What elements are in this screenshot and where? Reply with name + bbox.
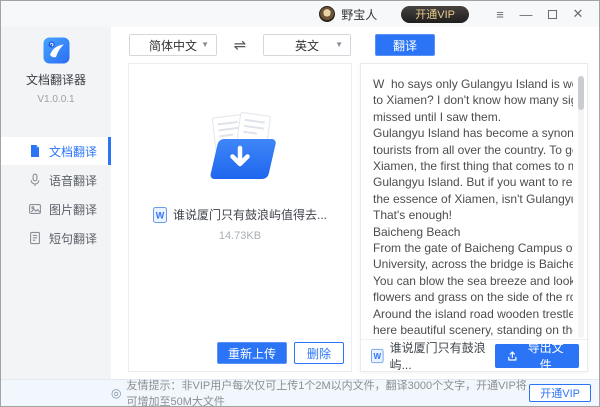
text-line: Gulangyu Island. But if you want to real… <box>373 174 573 190</box>
result-file-name: 谁说厦门只有鼓浪屿... <box>390 339 496 373</box>
sidebar-item-document-translate[interactable]: 文档翻译 <box>1 137 111 165</box>
app-window: 野宝人 开通VIP ≡ — ✕ 文档翻译器 V1.0.0.1 <box>0 0 600 407</box>
source-language-value: 简体中文 <box>149 37 197 54</box>
username: 野宝人 <box>341 6 377 23</box>
app-logo-icon <box>43 37 70 64</box>
swap-languages-icon[interactable]: ⇌ <box>217 36 263 54</box>
text-line: University, across the bridge is Baichen… <box>373 256 573 272</box>
uploaded-file-name: 谁说厦门只有鼓浪屿值得去... <box>173 206 327 223</box>
sidebar-item-label: 语音翻译 <box>49 172 97 189</box>
text-line: Gulangyu Island has become a synonym for <box>373 125 573 141</box>
text-line: Around the island road wooden trestle ro… <box>373 306 573 322</box>
text-line: That's enough! <box>373 207 573 223</box>
sidebar-item-label: 短句翻译 <box>49 230 97 247</box>
user-avatar[interactable] <box>319 6 335 22</box>
delete-button[interactable]: 删除 <box>294 342 344 364</box>
upload-folder-icon <box>192 112 288 184</box>
scrollbar-track[interactable] <box>578 76 584 338</box>
target-language-value: 英文 <box>295 37 319 54</box>
sidebar-item-label: 图片翻译 <box>49 201 97 218</box>
word-file-icon: W <box>371 348 384 364</box>
app-version: V1.0.0.1 <box>1 94 111 105</box>
text-line: flowers and grass on the side of the roa… <box>373 289 573 305</box>
upload-panel: W 谁说厦门只有鼓浪屿值得去... 14.73KB 重新上传 删除 <box>128 63 352 372</box>
phrase-icon <box>28 231 42 245</box>
main-area: 简体中文 ▼ ⇌ 英文 ▼ 翻译 <box>111 27 599 379</box>
uploaded-file-row: W 谁说厦门只有鼓浪屿值得去... <box>129 206 351 223</box>
chevron-down-icon: ▼ <box>335 40 343 49</box>
text-line: Baicheng Beach <box>373 224 573 240</box>
vip-upgrade-pill[interactable]: 开通VIP <box>401 6 469 23</box>
text-line: here beautiful scenery, standing on the … <box>373 322 573 338</box>
target-language-select[interactable]: 英文 ▼ <box>263 34 351 56</box>
result-panel: W ho says only Gulangyu Island is worth … <box>360 63 588 372</box>
export-icon <box>507 350 518 362</box>
close-icon[interactable]: ✕ <box>565 3 591 25</box>
sidebar-item-phrase-translate[interactable]: 短句翻译 <box>1 224 111 252</box>
footer-bar: ◎ 友情提示：非VIP用户每次仅可上传1个2M以内文件，翻译3000个文字，开通… <box>1 379 599 406</box>
info-icon: ◎ <box>111 386 121 400</box>
export-file-label: 导出文件 <box>524 339 567 373</box>
export-file-button[interactable]: 导出文件 <box>495 344 579 368</box>
word-file-icon: W <box>153 207 167 223</box>
text-line: to Xiamen? I don't know how many sights … <box>373 92 573 108</box>
minimize-icon[interactable]: — <box>513 3 539 25</box>
window-controls: ≡ — ✕ <box>487 3 591 25</box>
footer-vip-button[interactable]: 开通VIP <box>529 384 591 402</box>
svg-text:W: W <box>373 352 381 361</box>
result-file-row: W 谁说厦门只有鼓浪屿... <box>371 339 495 373</box>
app-name: 文档翻译器 <box>1 71 111 88</box>
text-line: You can blow the sea breeze and look at … <box>373 273 573 289</box>
uploaded-file-size: 14.73KB <box>129 230 351 242</box>
svg-text:W: W <box>156 210 165 220</box>
sidebar-nav: 文档翻译 语音翻译 图片翻译 <box>1 137 111 252</box>
chevron-down-icon: ▼ <box>201 40 209 49</box>
menu-icon[interactable]: ≡ <box>487 3 513 25</box>
upload-actions: 重新上传 删除 <box>217 342 344 364</box>
scrollbar-thumb[interactable] <box>578 76 584 110</box>
text-line: From the gate of Baicheng Campus of Xiam… <box>373 240 573 256</box>
sidebar-item-label: 文档翻译 <box>49 143 97 160</box>
sidebar-item-voice-translate[interactable]: 语音翻译 <box>1 166 111 194</box>
sidebar: 文档翻译器 V1.0.0.1 文档翻译 语音翻译 <box>1 27 111 379</box>
text-line: tourists from all over the country. To g… <box>373 142 573 158</box>
text-line: the essence of Xiamen, isn't Gulangyu <box>373 191 573 207</box>
source-language-select[interactable]: 简体中文 ▼ <box>129 34 217 56</box>
maximize-icon[interactable] <box>539 3 565 25</box>
document-icon <box>28 144 42 158</box>
text-line: missed until I saw them. <box>373 109 573 125</box>
result-footer: W 谁说厦门只有鼓浪屿... 导出文件 <box>361 339 587 371</box>
image-icon <box>28 202 42 216</box>
text-line: W ho says only Gulangyu Island is worth … <box>373 76 573 92</box>
reupload-button[interactable]: 重新上传 <box>217 342 287 364</box>
translate-button[interactable]: 翻译 <box>375 34 435 56</box>
titlebar: 野宝人 开通VIP ≡ — ✕ <box>1 1 599 27</box>
translated-text: W ho says only Gulangyu Island is worth … <box>373 76 573 338</box>
language-toolbar: 简体中文 ▼ ⇌ 英文 ▼ 翻译 <box>111 32 599 58</box>
sidebar-item-image-translate[interactable]: 图片翻译 <box>1 195 111 223</box>
text-line: Xiamen, the first thing that comes to mi… <box>373 158 573 174</box>
footer-tip: 友情提示：非VIP用户每次仅可上传1个2M以内文件，翻译3000个文字，开通VI… <box>126 377 529 407</box>
microphone-icon <box>28 173 42 187</box>
